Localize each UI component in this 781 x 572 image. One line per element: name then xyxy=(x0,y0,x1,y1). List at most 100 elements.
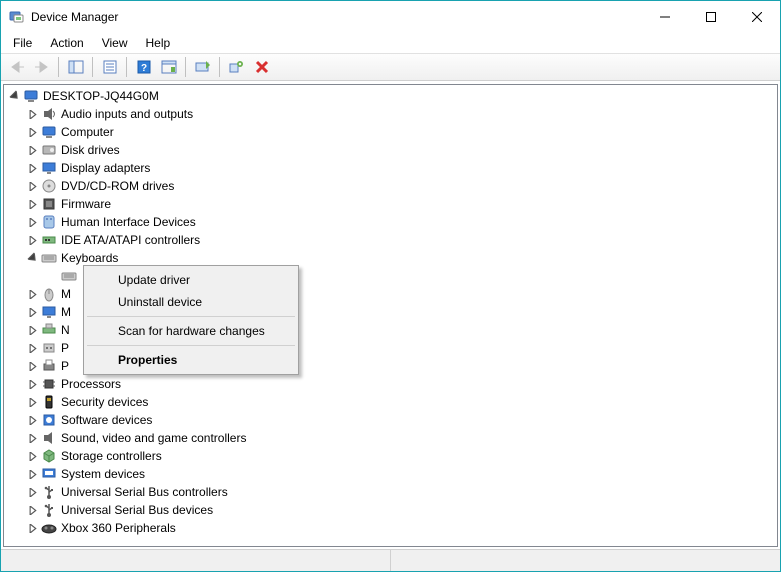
tree-expander[interactable] xyxy=(25,250,41,266)
device-category[interactable]: Universal Serial Bus controllers xyxy=(7,483,777,501)
tree-expander[interactable] xyxy=(25,124,41,140)
minimize-button[interactable] xyxy=(642,2,688,32)
tree-expander[interactable] xyxy=(25,358,41,374)
tree-expander[interactable] xyxy=(25,448,41,464)
tree-expander[interactable] xyxy=(25,106,41,122)
tree-expander[interactable] xyxy=(25,214,41,230)
context-menu-separator xyxy=(87,316,295,317)
tree-expander[interactable] xyxy=(25,520,41,536)
device-category-label: Software devices xyxy=(61,413,152,427)
menu-file[interactable]: File xyxy=(5,34,40,52)
tree-expander[interactable] xyxy=(25,466,41,482)
device-category[interactable]: Human Interface Devices xyxy=(7,213,777,231)
keyboard-icon xyxy=(41,250,57,266)
computer-icon xyxy=(41,124,57,140)
menu-view[interactable]: View xyxy=(94,34,136,52)
device-category-label: Universal Serial Bus controllers xyxy=(61,485,228,499)
context-menu-item[interactable]: Uninstall device xyxy=(86,291,296,313)
device-category-label: M xyxy=(61,305,71,319)
firmware-icon xyxy=(41,196,57,212)
context-menu-item[interactable]: Update driver xyxy=(86,269,296,291)
network-icon xyxy=(41,322,57,338)
device-category[interactable]: Display adapters xyxy=(7,159,777,177)
tree-expander[interactable] xyxy=(25,322,41,338)
device-category[interactable]: Firmware xyxy=(7,195,777,213)
context-menu-item[interactable]: Properties xyxy=(86,349,296,371)
properties-button[interactable] xyxy=(98,56,121,78)
maximize-button[interactable] xyxy=(688,2,734,32)
device-category-label: Sound, video and game controllers xyxy=(61,431,246,445)
device-category[interactable]: Processors xyxy=(7,375,777,393)
enable-device-button[interactable] xyxy=(191,56,214,78)
statusbar xyxy=(1,549,780,571)
tree-expander[interactable] xyxy=(25,502,41,518)
device-category[interactable]: Storage controllers xyxy=(7,447,777,465)
device-category[interactable]: Software devices xyxy=(7,411,777,429)
tree-expander[interactable] xyxy=(25,286,41,302)
toolbar-separator xyxy=(92,57,93,77)
device-category-label: Disk drives xyxy=(61,143,120,157)
titlebar[interactable]: Device Manager xyxy=(1,1,780,33)
device-category[interactable]: Computer xyxy=(7,123,777,141)
tree-expander[interactable] xyxy=(25,196,41,212)
context-menu-separator xyxy=(87,345,295,346)
tree-expander[interactable] xyxy=(25,394,41,410)
ide-icon xyxy=(41,232,57,248)
device-category-label: N xyxy=(61,323,70,337)
mouse-icon xyxy=(41,286,57,302)
help-button[interactable]: ? xyxy=(132,56,155,78)
device-category[interactable]: Security devices xyxy=(7,393,777,411)
device-category-label: Audio inputs and outputs xyxy=(61,107,193,121)
disk-icon xyxy=(41,142,57,158)
device-category-label: System devices xyxy=(61,467,145,481)
device-category-label: M xyxy=(61,287,71,301)
tree-expander[interactable] xyxy=(25,232,41,248)
device-category[interactable]: Disk drives xyxy=(7,141,777,159)
tree-expander[interactable] xyxy=(25,160,41,176)
toolbar-separator xyxy=(58,57,59,77)
tree-expander[interactable] xyxy=(25,376,41,392)
close-button[interactable] xyxy=(734,2,780,32)
tree-expander[interactable] xyxy=(25,430,41,446)
update-driver-button[interactable] xyxy=(157,56,180,78)
tree-expander[interactable] xyxy=(25,484,41,500)
usb-icon xyxy=(41,484,57,500)
software-icon xyxy=(41,412,57,428)
device-category[interactable]: System devices xyxy=(7,465,777,483)
device-category-label: Keyboards xyxy=(61,251,118,265)
window-controls xyxy=(642,2,780,32)
device-category-label: IDE ATA/ATAPI controllers xyxy=(61,233,200,247)
toolbar-separator xyxy=(219,57,220,77)
device-category-label: Universal Serial Bus devices xyxy=(61,503,213,517)
device-category-label: Human Interface Devices xyxy=(61,215,196,229)
menu-action[interactable]: Action xyxy=(42,34,91,52)
forward-button[interactable] xyxy=(30,56,53,78)
tree-expander[interactable] xyxy=(25,340,41,356)
sound-icon xyxy=(41,430,57,446)
uninstall-device-button[interactable] xyxy=(225,56,248,78)
toolbar-separator xyxy=(185,57,186,77)
tree-expander[interactable] xyxy=(25,412,41,428)
device-category[interactable]: Sound, video and game controllers xyxy=(7,429,777,447)
tree-expander[interactable] xyxy=(7,88,23,104)
device-category-label: DVD/CD-ROM drives xyxy=(61,179,174,193)
device-category[interactable]: DVD/CD-ROM drives xyxy=(7,177,777,195)
back-button[interactable] xyxy=(5,56,28,78)
device-category[interactable]: Universal Serial Bus devices xyxy=(7,501,777,519)
tree-root[interactable]: DESKTOP-JQ44G0M xyxy=(7,87,777,105)
show-hide-console-tree-button[interactable] xyxy=(64,56,87,78)
tree-expander[interactable] xyxy=(25,142,41,158)
storage-icon xyxy=(41,448,57,464)
context-menu: Update driverUninstall device Scan for ha… xyxy=(83,265,299,375)
context-menu-item[interactable]: Scan for hardware changes xyxy=(86,320,296,342)
tree-expander[interactable] xyxy=(25,304,41,320)
device-category[interactable]: Audio inputs and outputs xyxy=(7,105,777,123)
device-category[interactable]: Xbox 360 Peripherals xyxy=(7,519,777,537)
scan-hardware-button[interactable] xyxy=(250,56,273,78)
device-category[interactable]: IDE ATA/ATAPI controllers xyxy=(7,231,777,249)
svg-text:?: ? xyxy=(140,63,146,74)
menu-help[interactable]: Help xyxy=(138,34,179,52)
device-category-label: Storage controllers xyxy=(61,449,162,463)
tree-expander[interactable] xyxy=(25,178,41,194)
printqueue-icon xyxy=(41,358,57,374)
